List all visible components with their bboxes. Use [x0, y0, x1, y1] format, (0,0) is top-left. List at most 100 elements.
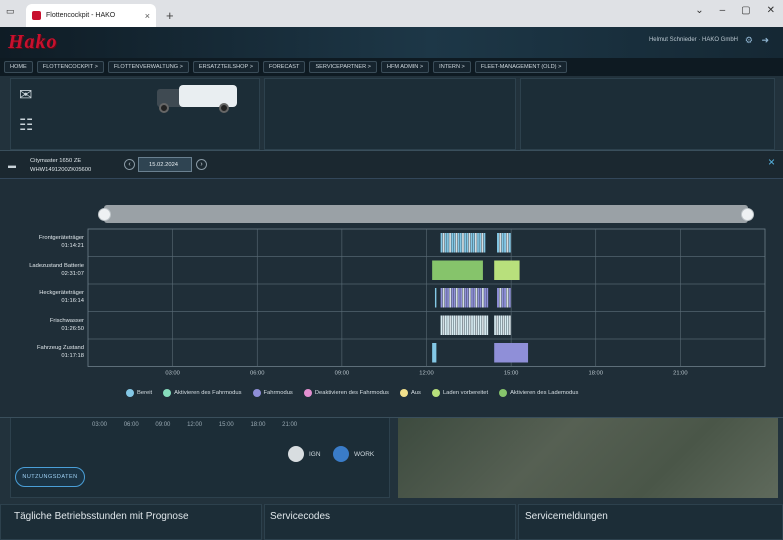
chart-legend: Bereit Aktivieren des Fahrmodus Fahrmodus D… — [126, 389, 578, 397]
timeline-segment — [447, 288, 449, 308]
timeline-segment — [458, 288, 460, 308]
timeline-segment — [504, 315, 507, 335]
settings-icon[interactable]: ⚙ — [745, 35, 753, 46]
timeline-segment — [508, 233, 511, 253]
row-name: Ladezustand Batterie — [29, 262, 84, 269]
window-menu-icon[interactable]: ▭ — [6, 6, 15, 17]
timeline-segment — [464, 233, 466, 253]
timeline-segment — [499, 288, 502, 308]
timeline-segment — [447, 315, 449, 335]
row-name: Heckgeräteträger — [39, 290, 84, 296]
timeline-segment — [449, 288, 452, 308]
legend-label: Aktivieren des Lademodus — [510, 390, 579, 396]
nav-item[interactable]: SERVICEPARTNER > — [309, 61, 377, 73]
timeline-segment — [479, 233, 482, 253]
timeline-segment — [434, 288, 437, 308]
legend-label: Aus — [410, 390, 421, 396]
timeline-segment — [477, 233, 479, 253]
timeline-segment — [462, 233, 464, 253]
legend-dot-icon — [499, 389, 508, 397]
row-duration: 01:14:21 — [61, 243, 84, 249]
legend-label: Fahrmodus — [263, 390, 293, 396]
timeline-segment — [498, 315, 501, 335]
timeline-segment — [449, 315, 452, 335]
timeline-segment — [497, 288, 499, 308]
app-header: Hako Helmut Schnieder · HAKO GmbH ⚙ ➜ — [0, 27, 783, 58]
x-tick-label: 09:00 — [335, 371, 350, 377]
timeline-segment — [482, 288, 484, 308]
daily-hours-title: Tägliche Betriebsstunden mit Prognose — [14, 511, 189, 522]
ign-icon — [288, 446, 304, 462]
timeline-segment — [486, 288, 489, 308]
user-info: Helmut Schnieder · HAKO GmbH — [648, 37, 738, 43]
timeline-segment — [486, 315, 489, 335]
timeline-segment — [496, 315, 499, 335]
timeline-segment — [447, 233, 449, 253]
logout-icon[interactable]: ➜ — [761, 35, 769, 46]
timeline-segment — [481, 233, 484, 253]
timeline-modal: ▬ Citymaster 1650 ZE WHW1491200ZK05600 ‹… — [0, 150, 783, 418]
legend-item[interactable]: Bereit — [126, 389, 152, 397]
nav-item[interactable]: FLOTTENCOCKPIT > — [36, 61, 104, 73]
nav-item[interactable]: FORECAST — [262, 61, 306, 73]
legend-item[interactable]: Fahrmodus — [252, 389, 293, 397]
clipboard-icon[interactable]: ☷ — [19, 115, 33, 135]
ign-label: IGN — [309, 450, 321, 458]
nutzungsdaten-button[interactable]: NUTZUNGSDATEN — [15, 467, 85, 487]
legend-dot-icon — [163, 389, 172, 397]
nav-item[interactable]: FLEET-MANAGEMENT (OLD) > — [474, 61, 568, 73]
timeline-segment — [468, 233, 471, 253]
work-toggle[interactable]: WORK — [333, 446, 374, 462]
minimize-icon[interactable]: – — [720, 5, 726, 16]
timeline-segment — [442, 315, 445, 335]
usage-hour-labels: 03:00 06:00 09:00 12:00 15:00 18:00 21:0… — [92, 422, 298, 428]
nav-item[interactable]: ERSATZTEILSHOP > — [192, 61, 259, 73]
timeline-segment — [482, 315, 484, 335]
timeline-segment — [451, 233, 454, 253]
maximize-icon[interactable]: ▢ — [741, 5, 750, 16]
legend-label: Bereit — [137, 390, 153, 396]
timeline-segment — [494, 260, 520, 280]
map-view[interactable] — [398, 412, 778, 498]
timeline-segment — [455, 233, 458, 253]
timeline-segment — [462, 288, 465, 308]
legend-item[interactable]: Aus — [399, 389, 421, 397]
legend-item[interactable]: Laden vorbereitet — [431, 389, 488, 397]
timeline-segment — [506, 233, 509, 253]
ign-toggle[interactable]: IGN — [288, 446, 321, 462]
timeline-segment — [455, 315, 458, 335]
tab-close-icon[interactable]: × — [145, 11, 150, 21]
mail-icon[interactable]: ✉ — [19, 85, 32, 105]
new-tab-button[interactable]: + — [166, 8, 174, 23]
row-duration: 02:31:07 — [61, 270, 84, 277]
row-label: Ladezustand Batterie 02:31:07 — [0, 262, 84, 278]
timeline-chart: 03:00 06:00 09:00 12:00 15:00 18:00 21:00 — [87, 228, 766, 377]
timeline-segment — [442, 233, 445, 253]
row-label: Frischwasser 01:26:50 — [0, 317, 84, 333]
timeline-segment — [501, 233, 504, 253]
legend-item[interactable]: Aktivieren des Fahrmodus — [163, 389, 242, 397]
timeline-segment — [451, 315, 454, 335]
timeline-segment — [432, 260, 483, 280]
row-name: Frontgeräteträger — [38, 235, 84, 241]
timeline-segment — [484, 315, 486, 335]
servicemeldungen-panel — [518, 504, 783, 540]
work-icon — [333, 446, 349, 462]
servicecodes-panel — [264, 504, 516, 540]
nav-item[interactable]: INTERN > — [433, 61, 471, 73]
favicon-icon — [32, 11, 41, 20]
nav-item[interactable]: HFM ADMIN > — [380, 61, 430, 73]
close-window-icon[interactable]: ✕ — [767, 5, 775, 16]
timeline-segment — [457, 233, 460, 253]
servicemeldungen-title: Servicemeldungen — [525, 511, 608, 522]
legend-item[interactable]: Aktivieren des Lademodus — [499, 389, 578, 397]
nav-item[interactable]: FLOTTENVERWALTUNG > — [107, 61, 189, 73]
legend-item[interactable]: Deaktivieren des Fahrmodus — [303, 389, 389, 397]
timeline-segment — [462, 315, 465, 335]
nav-item[interactable]: HOME — [4, 61, 33, 73]
browser-tab[interactable]: Flottencockpit - HAKO × — [26, 4, 156, 27]
hako-logo[interactable]: Hako — [8, 31, 58, 54]
timeline-segment — [501, 288, 504, 308]
legend-dot-icon — [126, 389, 134, 397]
tab-list-chevron-icon[interactable]: ⌄ — [695, 5, 703, 16]
